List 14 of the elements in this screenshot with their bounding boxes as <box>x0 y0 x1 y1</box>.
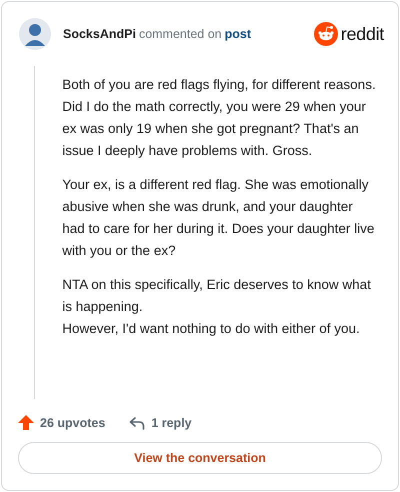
post-link[interactable]: post <box>224 27 252 41</box>
comment-paragraph: Your ex, is a different red flag. She was emotionally abusive when she was drunk, and your daughter had to care for her during it. Does your daughter live with you or the ex? <box>62 176 376 260</box>
avatar-icon <box>19 18 51 50</box>
reply-icon[interactable] <box>129 416 146 430</box>
view-conversation-button[interactable]: View the conversation <box>18 442 382 474</box>
reply-count: 1 reply <box>151 416 192 430</box>
brand-name: reddit <box>340 24 384 44</box>
action-text: commented on <box>138 27 222 41</box>
reddit-logo-icon <box>314 22 338 46</box>
upvote-count: 26 upvotes <box>40 416 106 430</box>
upvote-arrow-icon[interactable] <box>18 415 34 430</box>
username[interactable]: SocksAndPi <box>63 27 136 41</box>
comment-paragraph: Both of you are red flags flying, for different reasons. Did I do the math correctly, you were 29 when your ex was only 19 when she got pregnant? That's an issue I deeply have problems with. Gross. <box>62 76 377 160</box>
comment-paragraph: NTA on this specifically, Eric deserves to know what is happening. However, I'd want nothing to do with either of you. <box>62 276 372 338</box>
